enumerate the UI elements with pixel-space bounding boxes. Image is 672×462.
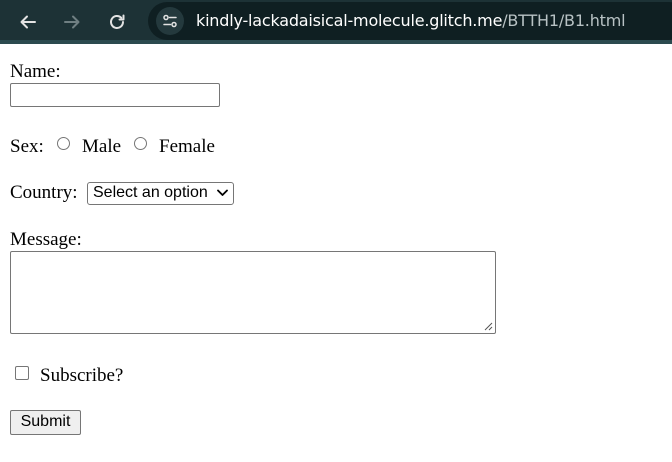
reload-icon bbox=[110, 14, 125, 29]
url-text[interactable]: kindly-lackadaisical-molecule.glitch.me/… bbox=[196, 11, 626, 30]
site-settings-icon bbox=[163, 14, 177, 28]
forward-button[interactable] bbox=[58, 8, 86, 36]
chevron-down-icon bbox=[217, 189, 228, 196]
submit-button[interactable]: Submit bbox=[10, 410, 81, 435]
sex-label: Sex: bbox=[10, 136, 44, 157]
message-textarea[interactable] bbox=[10, 251, 496, 334]
back-arrow-icon bbox=[20, 15, 36, 29]
url-host: kindly-lackadaisical-molecule.glitch.me bbox=[196, 11, 503, 30]
sex-male-radio[interactable] bbox=[57, 137, 70, 150]
forward-arrow-icon bbox=[64, 15, 80, 29]
message-label: Message: bbox=[10, 229, 82, 250]
site-info-button[interactable] bbox=[156, 7, 184, 35]
country-selected-value: Select an option bbox=[93, 184, 208, 201]
back-button[interactable] bbox=[14, 8, 42, 36]
subscribe-checkbox[interactable] bbox=[15, 366, 29, 380]
subscribe-label: Subscribe? bbox=[40, 365, 124, 386]
sex-female-label: Female bbox=[159, 136, 215, 157]
name-label: Name: bbox=[10, 61, 61, 82]
country-select[interactable]: Select an option bbox=[87, 182, 234, 205]
url-path: /BTTH1/B1.html bbox=[502, 11, 626, 30]
reload-button[interactable] bbox=[103, 8, 131, 36]
name-input[interactable] bbox=[10, 83, 220, 107]
address-bar[interactable]: kindly-lackadaisical-molecule.glitch.me/… bbox=[148, 2, 672, 40]
sex-male-label: Male bbox=[82, 136, 122, 157]
country-label: Country: bbox=[10, 182, 78, 203]
form-page: Name: Sex: Male Female Country: Select a… bbox=[0, 48, 672, 462]
sex-female-radio[interactable] bbox=[134, 137, 147, 150]
browser-toolbar: kindly-lackadaisical-molecule.glitch.me/… bbox=[0, 0, 672, 44]
resize-grip-icon[interactable] bbox=[484, 322, 493, 331]
